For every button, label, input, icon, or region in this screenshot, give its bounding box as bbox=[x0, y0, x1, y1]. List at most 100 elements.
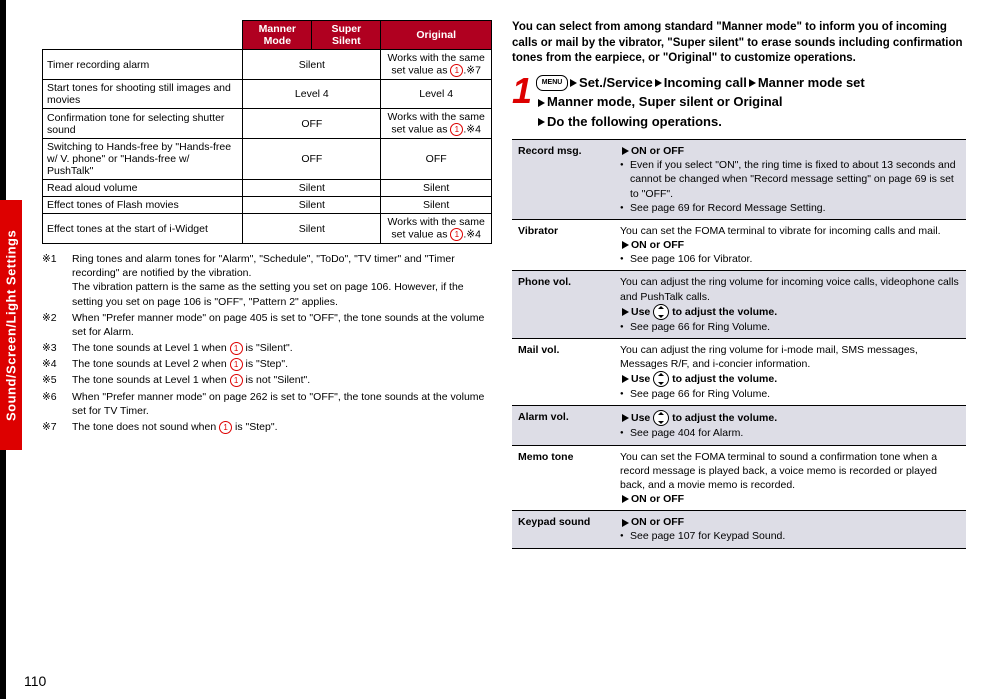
note-tag: ※1 bbox=[42, 252, 72, 309]
settings-value: Use to adjust the volume.●See page 404 f… bbox=[614, 406, 966, 445]
mode-row-original: OFF bbox=[381, 139, 492, 180]
note-row: ※3The tone sounds at Level 1 when 1 is "… bbox=[42, 341, 492, 355]
mode-row-manner: OFF bbox=[243, 109, 381, 139]
settings-key: Memo tone bbox=[512, 445, 614, 511]
mode-row-manner: Silent bbox=[243, 50, 381, 80]
note-tag: ※4 bbox=[42, 357, 72, 371]
mode-row-label: Switching to Hands-free by "Hands-free w… bbox=[43, 139, 243, 180]
mode-row-original: Works with the same set value as 1.※7 bbox=[381, 50, 492, 80]
bullet-text: See page 106 for Vibrator. bbox=[630, 252, 752, 266]
arrow-icon bbox=[622, 147, 629, 155]
settings-key: Vibrator bbox=[512, 219, 614, 271]
note-tag: ※6 bbox=[42, 390, 72, 418]
settings-bullet-line: ●See page 69 for Record Message Setting. bbox=[620, 201, 960, 215]
settings-value: ON or OFF●Even if you select "ON", the r… bbox=[614, 140, 966, 220]
note-text: Ring tones and alarm tones for "Alarm", … bbox=[72, 252, 492, 309]
settings-row: Record msg.ON or OFF●Even if you select … bbox=[512, 140, 966, 220]
bullet-text: See page 66 for Ring Volume. bbox=[630, 387, 770, 401]
settings-bullet-line: ●See page 66 for Ring Volume. bbox=[620, 320, 960, 334]
arrow-icon bbox=[622, 308, 629, 316]
modes-header: Manner Mode bbox=[243, 21, 312, 50]
note-row: ※7The tone does not sound when 1 is "Ste… bbox=[42, 420, 492, 434]
right-column: You can select from among standard "Mann… bbox=[512, 20, 966, 549]
bullet-text: See page 66 for Ring Volume. bbox=[630, 320, 770, 334]
mode-row-label: Effect tones at the start of i-Widget bbox=[43, 214, 243, 244]
mode-row-label: Confirmation tone for selecting shutter … bbox=[43, 109, 243, 139]
modes-table: Manner ModeSuper SilentOriginal Timer re… bbox=[42, 20, 492, 244]
mode-row-manner: Silent bbox=[243, 180, 381, 197]
settings-bold-text: ON or OFF bbox=[631, 145, 684, 157]
settings-key: Phone vol. bbox=[512, 271, 614, 339]
arrow-icon bbox=[622, 241, 629, 249]
arrow-icon bbox=[538, 99, 545, 107]
note-tag: ※2 bbox=[42, 311, 72, 339]
arrow-icon bbox=[655, 79, 662, 87]
mode-row-manner: Silent bbox=[243, 214, 381, 244]
circled-1-icon: 1 bbox=[450, 123, 463, 136]
mode-row-label: Read aloud volume bbox=[43, 180, 243, 197]
note-row: ※4The tone sounds at Level 2 when 1 is "… bbox=[42, 357, 492, 371]
settings-plain-line: You can set the FOMA terminal to vibrate… bbox=[620, 224, 960, 238]
circled-1-icon: 1 bbox=[230, 374, 243, 387]
settings-bold-text: Use to adjust the volume. bbox=[631, 306, 777, 318]
arrow-icon bbox=[570, 79, 577, 87]
settings-bullet-line: ●See page 66 for Ring Volume. bbox=[620, 387, 960, 401]
intro-text: You can select from among standard "Mann… bbox=[512, 20, 966, 67]
settings-row: Mail vol.You can adjust the ring volume … bbox=[512, 338, 966, 406]
step-number: 1 bbox=[512, 73, 532, 109]
step-line3: Do the following operations. bbox=[547, 114, 722, 129]
note-row: ※1Ring tones and alarm tones for "Alarm"… bbox=[42, 252, 492, 309]
settings-row: Keypad soundON or OFF●See page 107 for K… bbox=[512, 511, 966, 548]
bullet-text: See page 69 for Record Message Setting. bbox=[630, 201, 826, 215]
bullet-dot: ● bbox=[620, 529, 630, 543]
notes-list: ※1Ring tones and alarm tones for "Alarm"… bbox=[42, 252, 492, 434]
note-text: When "Prefer manner mode" on page 262 is… bbox=[72, 390, 492, 418]
modes-header: Original bbox=[381, 21, 492, 50]
mode-row-original: Works with the same set value as 1.※4 bbox=[381, 214, 492, 244]
side-tab: Sound/Screen/Light Settings bbox=[0, 200, 22, 450]
settings-row: Alarm vol.Use to adjust the volume.●See … bbox=[512, 406, 966, 445]
bullet-dot: ● bbox=[620, 158, 630, 201]
settings-action-line: ON or OFF bbox=[620, 238, 960, 252]
settings-bullet-line: ●See page 404 for Alarm. bbox=[620, 426, 960, 440]
circled-1-icon: 1 bbox=[230, 358, 243, 371]
mode-row-manner: Silent bbox=[243, 197, 381, 214]
note-text: The tone sounds at Level 2 when 1 is "St… bbox=[72, 357, 492, 371]
bullet-dot: ● bbox=[620, 252, 630, 266]
dpad-icon bbox=[653, 304, 669, 320]
settings-bold-text: ON or OFF bbox=[631, 493, 684, 505]
settings-key: Record msg. bbox=[512, 140, 614, 220]
settings-action-line: Use to adjust the volume. bbox=[620, 371, 960, 387]
note-text: When "Prefer manner mode" on page 405 is… bbox=[72, 311, 492, 339]
mode-row-label: Timer recording alarm bbox=[43, 50, 243, 80]
mode-row-original: Silent bbox=[381, 197, 492, 214]
settings-plain-line: You can set the FOMA terminal to sound a… bbox=[620, 450, 960, 493]
note-tag: ※5 bbox=[42, 373, 72, 387]
settings-row: Memo toneYou can set the FOMA terminal t… bbox=[512, 445, 966, 511]
settings-bullet-line: ●See page 107 for Keypad Sound. bbox=[620, 529, 960, 543]
note-text: The tone sounds at Level 1 when 1 is not… bbox=[72, 373, 492, 387]
step-line2: Manner mode, Super silent or Original bbox=[547, 94, 783, 109]
note-text: The tone sounds at Level 1 when 1 is "Si… bbox=[72, 341, 492, 355]
mode-row-label: Start tones for shooting still images an… bbox=[43, 80, 243, 109]
settings-action-line: ON or OFF bbox=[620, 144, 960, 158]
dpad-icon bbox=[653, 371, 669, 387]
modes-header bbox=[43, 21, 243, 50]
settings-bold-text: ON or OFF bbox=[631, 239, 684, 251]
circled-1-icon: 1 bbox=[219, 421, 232, 434]
note-row: ※5The tone sounds at Level 1 when 1 is n… bbox=[42, 373, 492, 387]
note-row: ※2When "Prefer manner mode" on page 405 … bbox=[42, 311, 492, 339]
step-body: MENUSet./ServiceIncoming callManner mode… bbox=[536, 73, 865, 132]
settings-plain-line: You can adjust the ring volume for i-mod… bbox=[620, 343, 960, 371]
settings-value: You can adjust the ring volume for incom… bbox=[614, 271, 966, 339]
settings-action-line: Use to adjust the volume. bbox=[620, 304, 960, 320]
settings-key: Mail vol. bbox=[512, 338, 614, 406]
bullet-text: Even if you select "ON", the ring time i… bbox=[630, 158, 960, 201]
arrow-icon bbox=[622, 495, 629, 503]
mode-row-original: Works with the same set value as 1.※4 bbox=[381, 109, 492, 139]
step-1: 1 MENUSet./ServiceIncoming callManner mo… bbox=[512, 73, 966, 132]
circled-1-icon: 1 bbox=[450, 228, 463, 241]
path-1: Set./Service bbox=[579, 75, 653, 90]
note-tag: ※7 bbox=[42, 420, 72, 434]
path-2: Incoming call bbox=[664, 75, 747, 90]
